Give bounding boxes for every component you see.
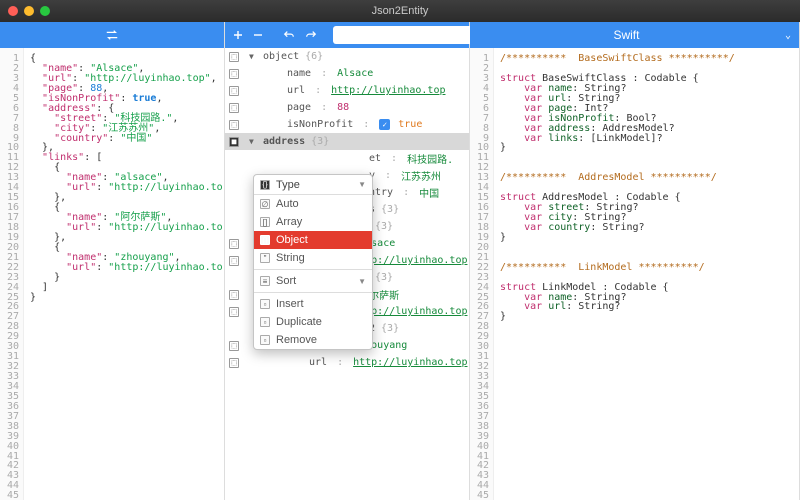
- menu-action-remove[interactable]: ▫Remove: [254, 331, 372, 349]
- search-input[interactable]: [339, 30, 471, 41]
- language-selector-label[interactable]: Swift: [478, 28, 775, 42]
- menu-header: {} Type ▼: [254, 175, 372, 195]
- window-titlebar: Json2Entity: [0, 0, 800, 22]
- window-title: Json2Entity: [0, 5, 800, 17]
- undo-icon[interactable]: [283, 28, 295, 42]
- swift-editor[interactable]: 1234567891011121314151617181920212223242…: [470, 48, 799, 500]
- mid-toolbar: ⌄: [225, 22, 469, 48]
- swift-code: /********** BaseSwiftClass **********/ s…: [494, 48, 799, 500]
- menu-sort[interactable]: ≡Sort ▼: [254, 272, 372, 290]
- tree-row[interactable]: ⬚page:88: [225, 99, 469, 116]
- tree-row[interactable]: ⬚isNonProfit:✓true: [225, 116, 469, 133]
- json-tree[interactable]: {} Type ▼ ∅Auto[]Array{}Object"String ≡S…: [225, 48, 469, 500]
- menu-item-object[interactable]: {}Object: [254, 231, 372, 249]
- redo-icon[interactable]: [305, 28, 317, 42]
- tree-pane: ⌄ {} Type ▼ ∅Auto[]Array{}Object"String …: [225, 22, 470, 500]
- search-box[interactable]: ⌄: [333, 26, 483, 44]
- right-toolbar[interactable]: Swift ⌄: [470, 22, 799, 48]
- language-dropdown-icon[interactable]: ⌄: [785, 30, 791, 41]
- tree-row[interactable]: et:科技园路.: [225, 150, 469, 167]
- menu-item-string[interactable]: "String: [254, 249, 372, 267]
- swift-gutter: 1234567891011121314151617181920212223242…: [470, 48, 494, 500]
- type-context-menu[interactable]: {} Type ▼ ∅Auto[]Array{}Object"String ≡S…: [253, 174, 373, 350]
- tree-row[interactable]: ⬚url:http://luyinhao.top: [225, 354, 469, 371]
- menu-action-insert[interactable]: ▫Insert: [254, 295, 372, 313]
- json-gutter: 1234567891011121314151617181920212223242…: [0, 48, 24, 500]
- menu-action-duplicate[interactable]: ▫Duplicate: [254, 313, 372, 331]
- tree-row[interactable]: ⬚name:Alsace: [225, 65, 469, 82]
- collapse-all-icon[interactable]: [253, 28, 263, 42]
- left-toolbar: [0, 22, 224, 48]
- swap-icon[interactable]: [105, 28, 119, 42]
- tree-row[interactable]: ⬚url:http://luyinhao.top: [225, 82, 469, 99]
- json-source-pane: 1234567891011121314151617181920212223242…: [0, 22, 225, 500]
- output-pane: Swift ⌄ 12345678910111213141516171819202…: [470, 22, 800, 500]
- json-code[interactable]: { "name": "Alsace", "url": "http://luyin…: [24, 48, 224, 500]
- menu-item-auto[interactable]: ∅Auto: [254, 195, 372, 213]
- tree-row[interactable]: ⬚▼object {6}: [225, 48, 469, 65]
- app-body: 1234567891011121314151617181920212223242…: [0, 22, 800, 500]
- expand-all-icon[interactable]: [233, 28, 243, 42]
- menu-item-array[interactable]: []Array: [254, 213, 372, 231]
- tree-row[interactable]: ■▼address {3}: [225, 133, 469, 150]
- json-editor[interactable]: 1234567891011121314151617181920212223242…: [0, 48, 224, 500]
